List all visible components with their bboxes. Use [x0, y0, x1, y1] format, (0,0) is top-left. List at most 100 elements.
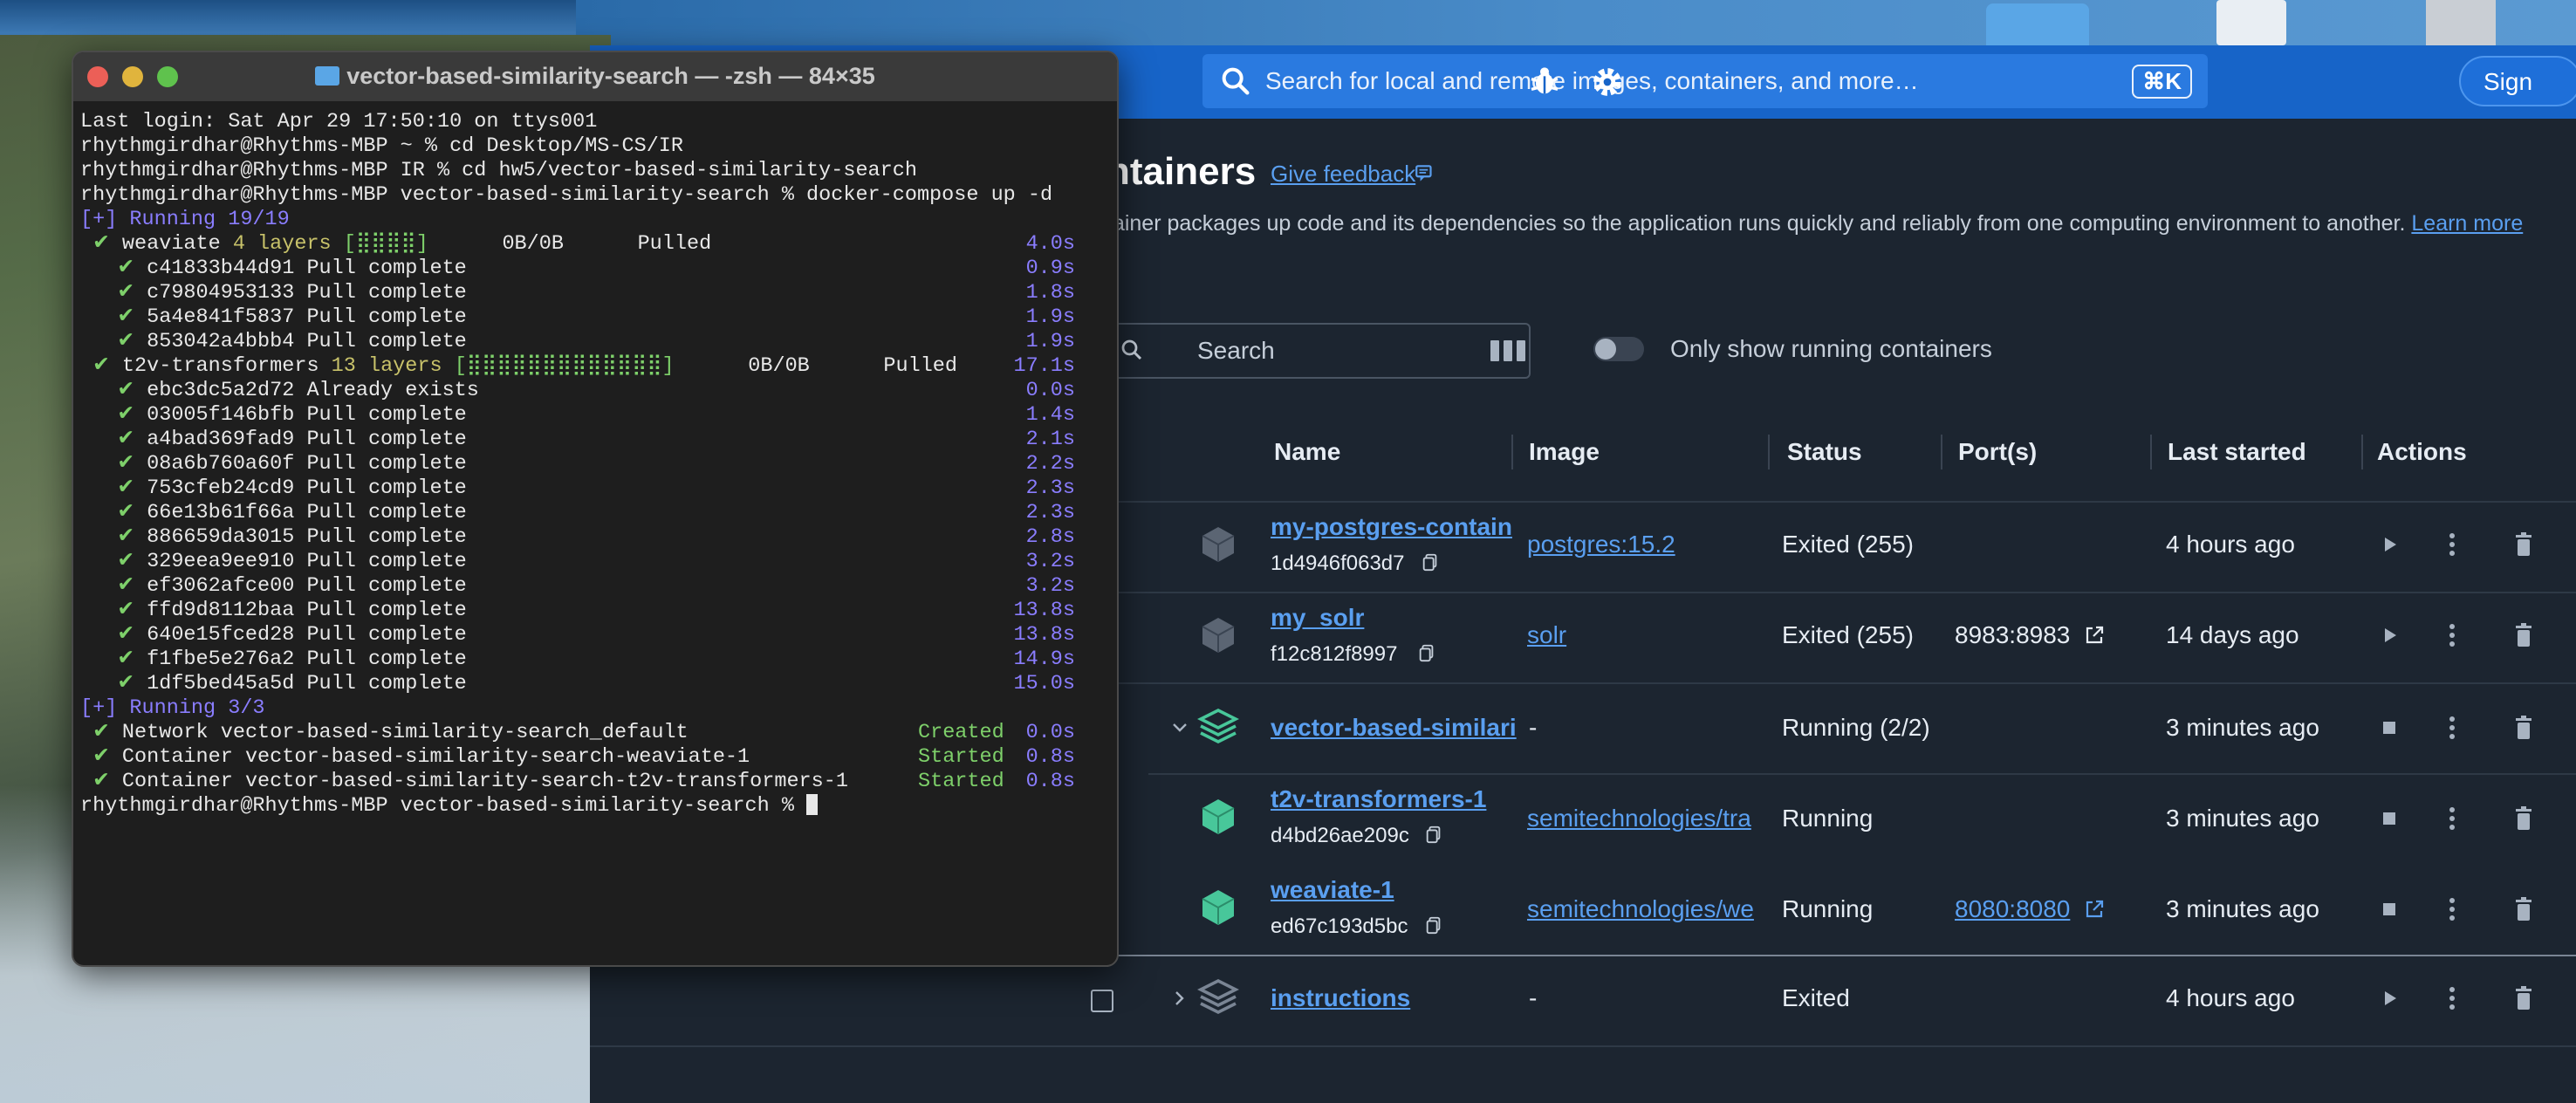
stack-name-link[interactable]: vector-based-similari: [1271, 714, 1517, 742]
more-options-icon[interactable]: [2449, 986, 2456, 1011]
start-icon[interactable]: [2379, 534, 2400, 555]
image-link[interactable]: postgres:15.2: [1527, 531, 1675, 558]
terminal-line: rhythmgirdhar@Rhythms-MBP ~ % cd Desktop…: [80, 134, 1075, 159]
container-search-input[interactable]: Search: [1100, 323, 1531, 379]
delete-icon[interactable]: [2513, 806, 2534, 831]
container-search-placeholder: Search: [1197, 337, 1275, 364]
terminal-line-time: 4.0s: [1025, 232, 1075, 256]
container-name-link[interactable]: my_solr: [1271, 604, 1364, 632]
delete-icon[interactable]: [2513, 986, 2534, 1011]
container-name-link[interactable]: my-postgres-contain: [1271, 513, 1512, 541]
more-options-icon[interactable]: [2449, 716, 2456, 740]
terminal-line-status: [918, 428, 1005, 452]
terminal-prompt[interactable]: rhythmgirdhar@Rhythms-MBP vector-based-s…: [80, 794, 1110, 819]
terminal-line-text: [+] Running 19/19: [80, 208, 290, 231]
column-header-ports[interactable]: Port(s): [1958, 438, 2037, 466]
container-name-link[interactable]: weaviate-1: [1271, 876, 1394, 904]
settings-gear-icon[interactable]: [1590, 65, 1625, 99]
copy-icon[interactable]: [1424, 915, 1443, 935]
start-icon[interactable]: [2379, 625, 2400, 646]
chevron-right-icon[interactable]: [1169, 988, 1190, 1009]
copy-icon[interactable]: [1424, 824, 1443, 845]
stop-icon[interactable]: [2379, 899, 2400, 920]
more-options-icon[interactable]: [2449, 532, 2456, 557]
give-feedback-link[interactable]: Give feedback: [1271, 161, 1415, 188]
image-text: -: [1529, 714, 1538, 741]
desktop-file-icon[interactable]: [2216, 0, 2286, 45]
only-running-toggle[interactable]: [1593, 337, 1644, 361]
terminal-window[interactable]: vector-based-similarity-search — -zsh — …: [72, 51, 1119, 967]
external-link-icon[interactable]: [2084, 899, 2105, 920]
terminal-line: ✔ ebc3dc5a2d72 Already exists 0.0s: [80, 379, 1075, 403]
desktop-item-icon[interactable]: [2426, 0, 2496, 45]
column-header-actions: Actions: [2377, 438, 2467, 465]
delete-icon[interactable]: [2513, 897, 2534, 921]
more-options-icon[interactable]: [2449, 806, 2456, 831]
terminal-line: ✔ c79804953133 Pull complete 1.8s: [80, 281, 1075, 305]
terminal-line-text: ✔ a4bad369fad9 Pull complete: [117, 428, 467, 451]
terminal-line-time: 0.0s: [1025, 721, 1075, 744]
folder-icon: [315, 66, 340, 86]
sign-in-button[interactable]: Sign: [2459, 56, 2576, 106]
delete-icon[interactable]: [2513, 532, 2534, 557]
terminal-line-text: ✔ c79804953133 Pull complete: [117, 281, 467, 305]
port-text[interactable]: 8983:8983: [1955, 621, 2070, 649]
page-title: ntainers: [1106, 150, 1257, 193]
learn-more-link[interactable]: Learn more: [2411, 211, 2523, 236]
stop-icon[interactable]: [2379, 717, 2400, 738]
terminal-output[interactable]: Last login: Sat Apr 29 17:50:10 on ttys0…: [73, 101, 1117, 827]
terminal-line: ✔ f1fbe5e276a2 Pull complete 14.9s: [80, 647, 1075, 672]
terminal-line-status: [918, 305, 1005, 330]
terminal-line-text: ✔ 5a4e841f5837 Pull complete: [117, 305, 467, 329]
terminal-line-time: 3.2s: [1025, 574, 1075, 598]
column-header-status[interactable]: Status: [1787, 438, 1862, 466]
more-options-icon[interactable]: [2449, 623, 2456, 647]
image-link[interactable]: semitechnologies/tra: [1527, 805, 1751, 832]
delete-icon[interactable]: [2513, 716, 2534, 740]
stack-icon: [1197, 708, 1239, 744]
delete-icon[interactable]: [2513, 623, 2534, 647]
port-link[interactable]: 8080:8080: [1955, 895, 2070, 923]
image-link[interactable]: semitechnologies/we: [1527, 895, 1754, 923]
bug-icon[interactable]: [1527, 65, 1562, 99]
more-options-icon[interactable]: [2449, 897, 2456, 921]
container-name-link[interactable]: t2v-transformers-1: [1271, 785, 1486, 813]
feedback-icon[interactable]: [1414, 162, 1436, 185]
terminal-title-text: vector-based-similarity-search — -zsh — …: [346, 63, 875, 89]
last-started-text: 3 minutes ago: [2166, 805, 2319, 832]
row-checkbox[interactable]: [1091, 990, 1113, 1012]
terminal-title-bar[interactable]: vector-based-similarity-search — -zsh — …: [73, 52, 1117, 101]
desktop-folder-icon[interactable]: [1986, 3, 2089, 47]
stack-name-link[interactable]: instructions: [1271, 984, 1410, 1012]
external-link-icon[interactable]: [2084, 625, 2105, 646]
column-settings-icon[interactable]: [1489, 337, 1527, 365]
copy-icon[interactable]: [1421, 552, 1440, 572]
column-header-last-started[interactable]: Last started: [2168, 438, 2306, 466]
terminal-line-time: 0.8s: [1025, 770, 1075, 793]
terminal-line-text: ✔ 853042a4bbb4 Pull complete: [117, 330, 467, 353]
column-divider: [1768, 435, 1770, 469]
terminal-line-text: ✔ Network vector-based-similarity-search…: [92, 721, 689, 744]
terminal-line-text: ✔ 08a6b760a60f Pull complete: [117, 452, 467, 476]
terminal-line: ✔ 640e15fced28 Pull complete 13.8s: [80, 623, 1075, 647]
terminal-line-text: ✔ Container vector-based-similarity-sear…: [92, 745, 750, 769]
column-header-image[interactable]: Image: [1529, 438, 1600, 466]
copy-icon[interactable]: [1417, 642, 1436, 663]
terminal-line-status: [918, 379, 1005, 403]
terminal-line: Last login: Sat Apr 29 17:50:10 on ttys0…: [80, 110, 1075, 134]
global-search-bar[interactable]: Search for local and remote images, cont…: [1202, 54, 2208, 108]
terminal-line: ✔ Network vector-based-similarity-search…: [80, 721, 1075, 745]
last-started-text: 4 hours ago: [2166, 531, 2295, 558]
terminal-line: ✔ Container vector-based-similarity-sear…: [80, 745, 1075, 770]
terminal-line-time: 2.1s: [1025, 428, 1075, 451]
terminal-line-time: 13.8s: [1013, 599, 1075, 622]
column-header-name[interactable]: Name: [1274, 438, 1340, 466]
start-icon[interactable]: [2379, 988, 2400, 1009]
terminal-line-status: Started: [918, 770, 1004, 793]
chevron-down-icon[interactable]: [1169, 717, 1190, 738]
terminal-line-text: ✔ 03005f146bfb Pull complete: [117, 403, 467, 427]
terminal-line: ✔ c41833b44d91 Pull complete 0.9s: [80, 257, 1075, 281]
image-link[interactable]: solr: [1527, 621, 1566, 649]
terminal-line-text: ✔ 886659da3015 Pull complete: [117, 525, 467, 549]
stop-icon[interactable]: [2379, 808, 2400, 829]
